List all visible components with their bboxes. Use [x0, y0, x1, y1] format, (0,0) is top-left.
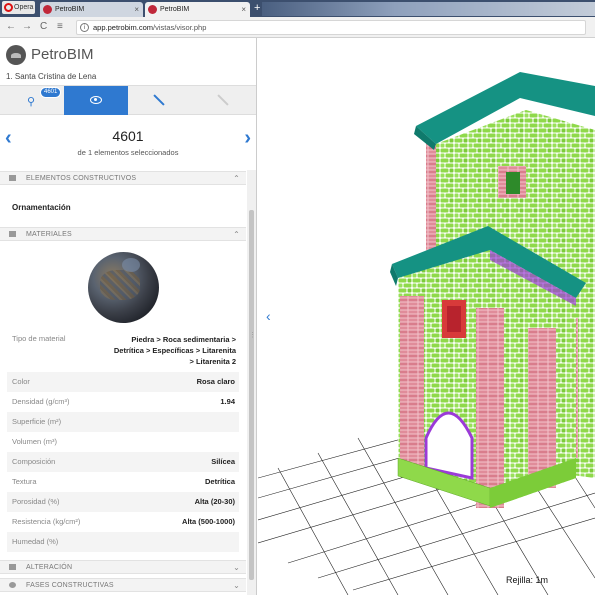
- url-domain: app.petrobim.com: [93, 23, 154, 32]
- tab-close-icon[interactable]: ×: [241, 2, 246, 17]
- opera-logo-icon: [4, 3, 13, 12]
- building-3d-render[interactable]: [258, 38, 595, 595]
- section-fases-header[interactable]: FASES CONSTRUCTIVAS ⌄: [0, 578, 246, 592]
- collapse-panel-arrow-icon[interactable]: ‹: [266, 308, 271, 324]
- material-sample-image: [88, 252, 159, 323]
- property-value: 1.94: [220, 397, 235, 406]
- project-title: 1. Santa Cristina de Lena: [6, 72, 97, 81]
- info-icon[interactable]: i: [80, 23, 89, 32]
- browser-tab-bar: Opera PetroBIM × PetroBIM × +: [0, 0, 595, 17]
- material-type-label: Tipo de material: [12, 334, 66, 343]
- tab-edit-disabled[interactable]: [192, 86, 256, 115]
- browser-tab-1[interactable]: PetroBIM ×: [40, 2, 143, 17]
- search-count-badge: 4601: [40, 87, 62, 98]
- property-label: Color: [12, 377, 30, 386]
- property-value: Rosa claro: [196, 377, 235, 386]
- property-label: Composición: [12, 457, 56, 466]
- material-type-line: Detrítica > Específicas > Litarenita: [113, 346, 236, 355]
- properties-panel: PetroBIM 1. Santa Cristina de Lena ⚲ 460…: [0, 38, 257, 595]
- petrobim-logo-icon: [6, 45, 26, 65]
- property-label: Superficie (m²): [12, 417, 62, 426]
- element-type: Ornamentación: [12, 203, 71, 212]
- reload-icon[interactable]: C: [40, 21, 47, 32]
- property-value: Silícea: [211, 457, 235, 466]
- url-input[interactable]: i app.petrobim.com/vistas/visor.php: [76, 20, 586, 35]
- material-properties-table: Color Rosa claro Densidad (g/cm³) 1.94 Sup…: [7, 372, 239, 552]
- property-row: Resistencia (kg/cm²) Alta (500-1000): [7, 512, 239, 532]
- panel-scrollbar[interactable]: [247, 170, 256, 595]
- chevron-down-icon[interactable]: ⌄: [233, 561, 240, 574]
- material-type-line: > Litarenita 2: [189, 357, 236, 366]
- tab-title: PetroBIM: [55, 6, 85, 13]
- section-alteracion-header[interactable]: ALTERACIÓN ⌄: [0, 560, 246, 574]
- chevron-up-icon[interactable]: ⌃: [233, 228, 240, 241]
- search-icon: ⚲: [27, 96, 36, 108]
- opera-menu-label: Opera: [14, 4, 34, 11]
- chevron-up-icon[interactable]: ⌃: [233, 172, 240, 185]
- property-value: Alta (500-1000): [182, 517, 235, 526]
- eye-icon: [90, 96, 102, 104]
- section-materiales-header[interactable]: MATERIALES ⌃: [0, 227, 246, 241]
- panel-resize-handle[interactable]: ⋮: [249, 331, 256, 339]
- section-elementos-header[interactable]: ELEMENTOS CONSTRUCTIVOS ⌃: [0, 171, 246, 185]
- opera-menu-button[interactable]: Opera: [2, 1, 35, 14]
- property-label: Densidad (g/cm³): [12, 397, 70, 406]
- next-element-button[interactable]: ›: [244, 128, 251, 148]
- material-type-value: Piedra > Roca sedimentaria > Detrítica >…: [100, 334, 236, 367]
- tab-close-icon[interactable]: ×: [134, 2, 139, 17]
- property-row: Humedad (%): [7, 532, 239, 552]
- elements-icon: [9, 175, 16, 181]
- property-row: Color Rosa claro: [7, 372, 239, 392]
- section-title: MATERIALES: [26, 231, 72, 238]
- tab-edit[interactable]: [128, 86, 192, 115]
- section-title: ALTERACIÓN: [26, 564, 73, 571]
- chevron-down-icon[interactable]: ⌄: [233, 579, 240, 592]
- scrollbar-thumb[interactable]: [249, 210, 254, 580]
- property-value: Detrítica: [204, 477, 235, 486]
- pencil-icon: [153, 94, 165, 106]
- property-row: Composición Silícea: [7, 452, 239, 472]
- alteration-icon: [9, 564, 16, 570]
- petrobim-favicon-icon: [43, 5, 52, 14]
- background-window-strip: [262, 2, 595, 16]
- property-label: Volumen (m³): [12, 437, 58, 446]
- tool-tabs: ⚲ 4601: [0, 85, 256, 115]
- property-value: Alta (20-30): [194, 497, 235, 506]
- selection-navigator: ‹ 4601 de 1 elementos seleccionados ›: [0, 116, 256, 166]
- material-type-line: Piedra > Roca sedimentaria >: [131, 335, 236, 344]
- new-tab-button[interactable]: +: [254, 3, 260, 14]
- browser-tab-2[interactable]: PetroBIM ×: [145, 2, 250, 17]
- tab-search[interactable]: ⚲ 4601: [0, 86, 64, 115]
- property-row: Volumen (m³): [7, 432, 239, 452]
- property-label: Textura: [12, 477, 37, 486]
- property-label: Resistencia (kg/cm²): [12, 517, 81, 526]
- grid-scale-label: Rejilla: 1m: [506, 575, 549, 585]
- pencil-disabled-icon: [217, 94, 229, 106]
- phases-icon: [9, 582, 16, 588]
- tab-view[interactable]: [64, 86, 128, 115]
- tabs-grid-icon[interactable]: ≡: [57, 21, 63, 32]
- model-viewer[interactable]: ‹ Rejilla: 1m: [258, 38, 595, 595]
- browser-address-bar: ← → C ≡ i app.petrobim.com/vistas/visor.…: [0, 17, 595, 38]
- url-path: /vistas/visor.php: [153, 23, 207, 32]
- property-row: Porosidad (%) Alta (20-30): [7, 492, 239, 512]
- logo-suffix: BIM: [66, 46, 94, 63]
- section-title: FASES CONSTRUCTIVAS: [26, 582, 114, 589]
- property-row: Superficie (m²): [7, 412, 239, 432]
- property-row: Textura Detrítica: [7, 472, 239, 492]
- forward-arrow-icon[interactable]: →: [22, 21, 32, 32]
- tab-title: PetroBIM: [160, 6, 190, 13]
- property-label: Humedad (%): [12, 537, 59, 546]
- logo-text: PetroBIM: [31, 46, 94, 63]
- selection-subtitle: de 1 elementos seleccionados: [77, 148, 179, 157]
- petrobim-favicon-icon: [148, 5, 157, 14]
- materials-icon: [9, 231, 16, 237]
- section-title: ELEMENTOS CONSTRUCTIVOS: [26, 175, 137, 182]
- back-arrow-icon[interactable]: ←: [6, 21, 16, 32]
- property-label: Porosidad (%): [12, 497, 60, 506]
- property-row: Densidad (g/cm³) 1.94: [7, 392, 239, 412]
- logo-prefix: Petro: [31, 46, 67, 63]
- selected-element-id: 4601: [112, 128, 144, 144]
